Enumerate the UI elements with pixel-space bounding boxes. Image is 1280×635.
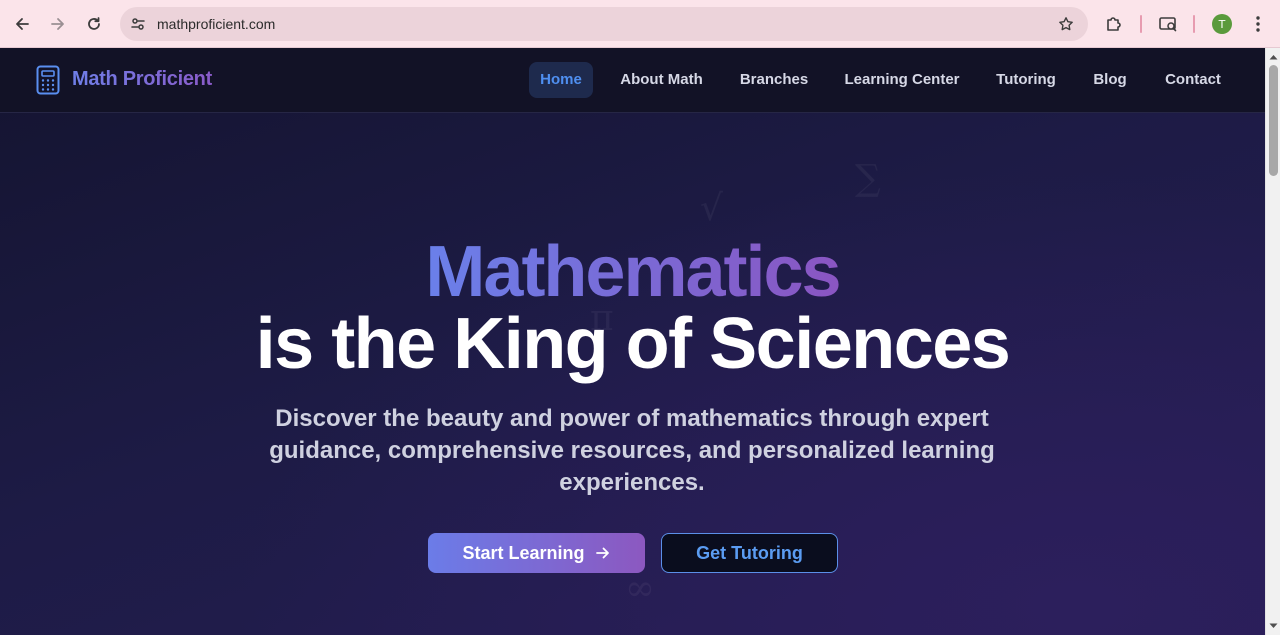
nav-home[interactable]: Home bbox=[529, 62, 593, 98]
address-bar[interactable]: mathproficient.com bbox=[120, 7, 1088, 41]
site-header: Math Proficient Home About Math Branches… bbox=[0, 48, 1265, 113]
toolbar-separator bbox=[1193, 15, 1195, 33]
url-text[interactable]: mathproficient.com bbox=[157, 16, 275, 32]
back-icon[interactable] bbox=[10, 12, 34, 36]
nav-blog[interactable]: Blog bbox=[1086, 62, 1134, 98]
decorative-math-symbol: ∞ bbox=[625, 568, 655, 609]
menu-kebab-icon[interactable] bbox=[1246, 12, 1270, 36]
toolbar-separator bbox=[1140, 15, 1142, 33]
reload-icon[interactable] bbox=[82, 12, 106, 36]
forward-icon[interactable] bbox=[46, 12, 70, 36]
hero-title-highlight-text: Mathematics bbox=[425, 232, 841, 312]
web-page: √ ∑ π ∞ Math Proficient Home About Math … bbox=[0, 48, 1265, 635]
start-learning-button[interactable]: Start Learning bbox=[428, 533, 645, 573]
nav-about-math[interactable]: About Math bbox=[613, 62, 710, 98]
scrollbar-thumb[interactable] bbox=[1269, 65, 1278, 176]
extensions-icon[interactable] bbox=[1102, 12, 1126, 36]
get-tutoring-button[interactable]: Get Tutoring bbox=[661, 533, 838, 573]
cast-search-icon[interactable] bbox=[1156, 12, 1180, 36]
bookmark-star-icon[interactable] bbox=[1056, 14, 1076, 34]
profile-avatar[interactable]: T bbox=[1212, 14, 1232, 34]
arrow-right-icon bbox=[595, 547, 609, 559]
scroll-up-arrow-icon[interactable] bbox=[1269, 52, 1278, 61]
scroll-down-arrow-icon[interactable] bbox=[1269, 621, 1278, 630]
start-learning-label: Start Learning bbox=[462, 542, 585, 563]
page-scrollbar[interactable] bbox=[1265, 48, 1280, 635]
site-settings-icon[interactable] bbox=[128, 14, 148, 34]
nav-learning-center[interactable]: Learning Center bbox=[838, 62, 966, 98]
calculator-icon[interactable] bbox=[36, 65, 60, 95]
hero-subtitle: Discover the beauty and power of mathema… bbox=[269, 405, 995, 496]
hero-title-highlight: Mathematics bbox=[0, 232, 1265, 312]
decorative-math-symbol: ∑ bbox=[855, 158, 881, 199]
site-logo-text[interactable]: Math Proficient bbox=[72, 68, 212, 91]
nav-branches[interactable]: Branches bbox=[731, 62, 817, 98]
nav-contact[interactable]: Contact bbox=[1156, 62, 1230, 98]
decorative-math-symbol: √ bbox=[700, 188, 723, 229]
hero-title-rest: is the King of Sciences bbox=[255, 304, 1011, 384]
nav-tutoring[interactable]: Tutoring bbox=[988, 62, 1064, 98]
browser-toolbar: mathproficient.com T bbox=[0, 0, 1280, 48]
